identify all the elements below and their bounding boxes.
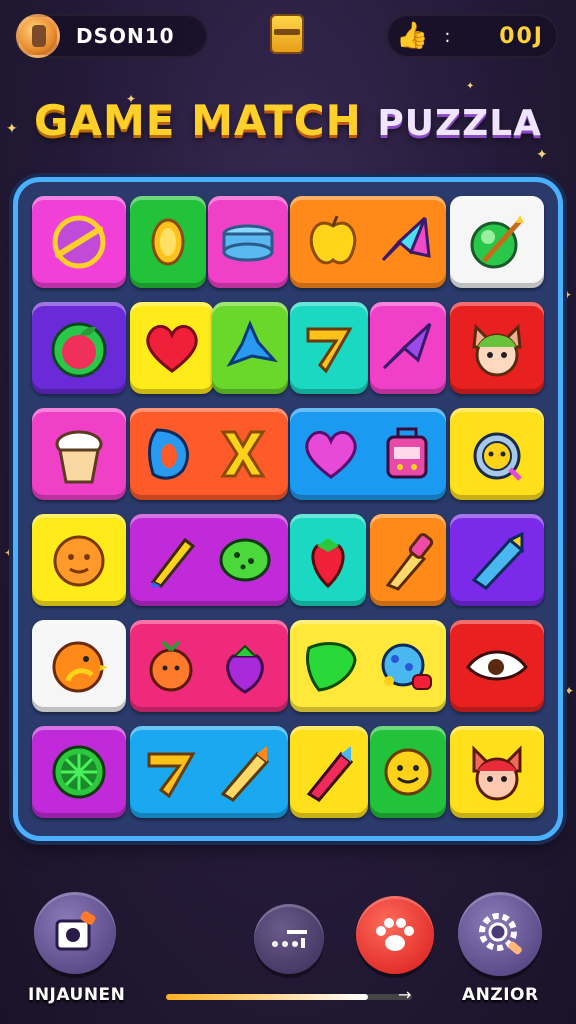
tile[interactable] <box>32 196 126 288</box>
tile[interactable] <box>290 620 446 712</box>
owl-face-icon <box>462 419 532 489</box>
red-apple-icon <box>44 313 114 383</box>
kite-icon <box>370 207 440 277</box>
tile[interactable] <box>130 620 288 712</box>
tile[interactable] <box>32 302 126 394</box>
tile[interactable] <box>32 408 126 500</box>
thumbs-up-icon: 👍 <box>396 21 429 51</box>
level-progress-fill <box>166 994 368 1000</box>
tile[interactable] <box>290 302 368 394</box>
strawberry-icon <box>293 525 363 595</box>
player-profile-panel[interactable]: DSON10 <box>14 14 208 58</box>
paw-icon <box>376 918 414 951</box>
heart-icon <box>137 313 207 383</box>
blue-star-icon <box>215 313 285 383</box>
tile[interactable] <box>208 196 288 288</box>
tile[interactable] <box>32 514 126 606</box>
tile[interactable] <box>450 514 544 606</box>
flower-bug-icon <box>370 631 440 701</box>
robot-toy-icon <box>372 419 442 489</box>
paw-button[interactable] <box>356 896 434 974</box>
crayon-icon <box>462 525 532 595</box>
fox-face-icon <box>462 737 532 807</box>
arrow-gem-icon <box>373 313 443 383</box>
smiley-icon <box>373 737 443 807</box>
cookie-face-icon <box>44 525 114 595</box>
cat-face-icon <box>462 313 532 383</box>
sparkle-icon: ✦ <box>466 81 475 92</box>
watermelon-icon <box>44 737 114 807</box>
tile[interactable] <box>212 302 288 394</box>
tile[interactable] <box>450 408 544 500</box>
tile[interactable] <box>370 514 446 606</box>
title-part-2: MATCH <box>191 96 362 145</box>
tile[interactable] <box>370 302 446 394</box>
boomerang-icon <box>294 313 364 383</box>
left-button-label: INJAUNEN <box>28 985 126 1005</box>
game-board <box>18 182 558 836</box>
green-ball-icon <box>462 207 532 277</box>
title-part-3: PUZZLA <box>377 103 542 144</box>
right-button-label: ANZIOR <box>462 985 539 1005</box>
sparkle-icon: ✦ <box>562 288 573 302</box>
pencil-icon <box>136 525 206 595</box>
score-value: 00J <box>499 23 544 49</box>
letter-d-icon <box>136 419 206 489</box>
letter-x-icon <box>208 419 278 489</box>
settings-gear-icon <box>479 913 522 955</box>
camera-shop-icon <box>55 911 96 951</box>
tile[interactable] <box>130 726 288 818</box>
bandage-icon <box>213 207 283 277</box>
eye-icon <box>462 631 532 701</box>
score-separator: : <box>444 25 451 47</box>
paint-bottle-icon <box>373 525 443 595</box>
hero-avatar-icon[interactable] <box>16 14 60 58</box>
sparkle-icon: ✦ <box>4 546 15 560</box>
green-triangle-icon <box>296 631 366 701</box>
tile[interactable] <box>450 620 544 712</box>
tile[interactable] <box>370 726 446 818</box>
tile[interactable] <box>450 726 544 818</box>
menu-button[interactable] <box>254 904 324 974</box>
title-part-1: GAME <box>33 96 176 145</box>
purple-heart-icon <box>296 419 366 489</box>
planet-icon <box>44 207 114 277</box>
shop-button[interactable] <box>34 892 116 974</box>
boomerang-icon <box>136 737 206 807</box>
treasure-chest-icon[interactable] <box>270 14 304 54</box>
orange-bird-icon <box>44 631 114 701</box>
tile[interactable] <box>290 726 368 818</box>
ice-cream-icon <box>44 419 114 489</box>
green-blob-icon <box>210 525 280 595</box>
red-pencil-icon <box>294 737 364 807</box>
player-name: DSON10 <box>76 24 175 48</box>
tile[interactable] <box>32 620 126 712</box>
tile[interactable] <box>32 726 126 818</box>
score-panel: 👍 : 00J <box>386 14 558 58</box>
apple-icon <box>298 207 368 277</box>
game-title: GAME MATCH PUZZLA <box>0 96 576 145</box>
tile[interactable] <box>130 514 288 606</box>
progress-arrow-icon: → <box>398 985 412 1004</box>
purple-berry-icon <box>210 631 280 701</box>
sparkle-icon: ✦ <box>536 147 548 163</box>
tile[interactable] <box>130 302 214 394</box>
crayon-icon <box>210 737 280 807</box>
tile[interactable] <box>450 196 544 288</box>
settings-button[interactable] <box>458 892 542 976</box>
lemon-slice-icon <box>133 207 203 277</box>
level-progress-bar <box>166 994 412 1000</box>
tile[interactable] <box>130 196 206 288</box>
tile[interactable] <box>290 196 446 288</box>
orange-fruit-face-icon <box>136 631 206 701</box>
tile[interactable] <box>130 408 288 500</box>
tile[interactable] <box>450 302 544 394</box>
menu-dots-icon <box>272 930 307 948</box>
sparkle-icon: ✦ <box>564 684 575 698</box>
tile[interactable] <box>290 408 446 500</box>
tile[interactable] <box>290 514 366 606</box>
